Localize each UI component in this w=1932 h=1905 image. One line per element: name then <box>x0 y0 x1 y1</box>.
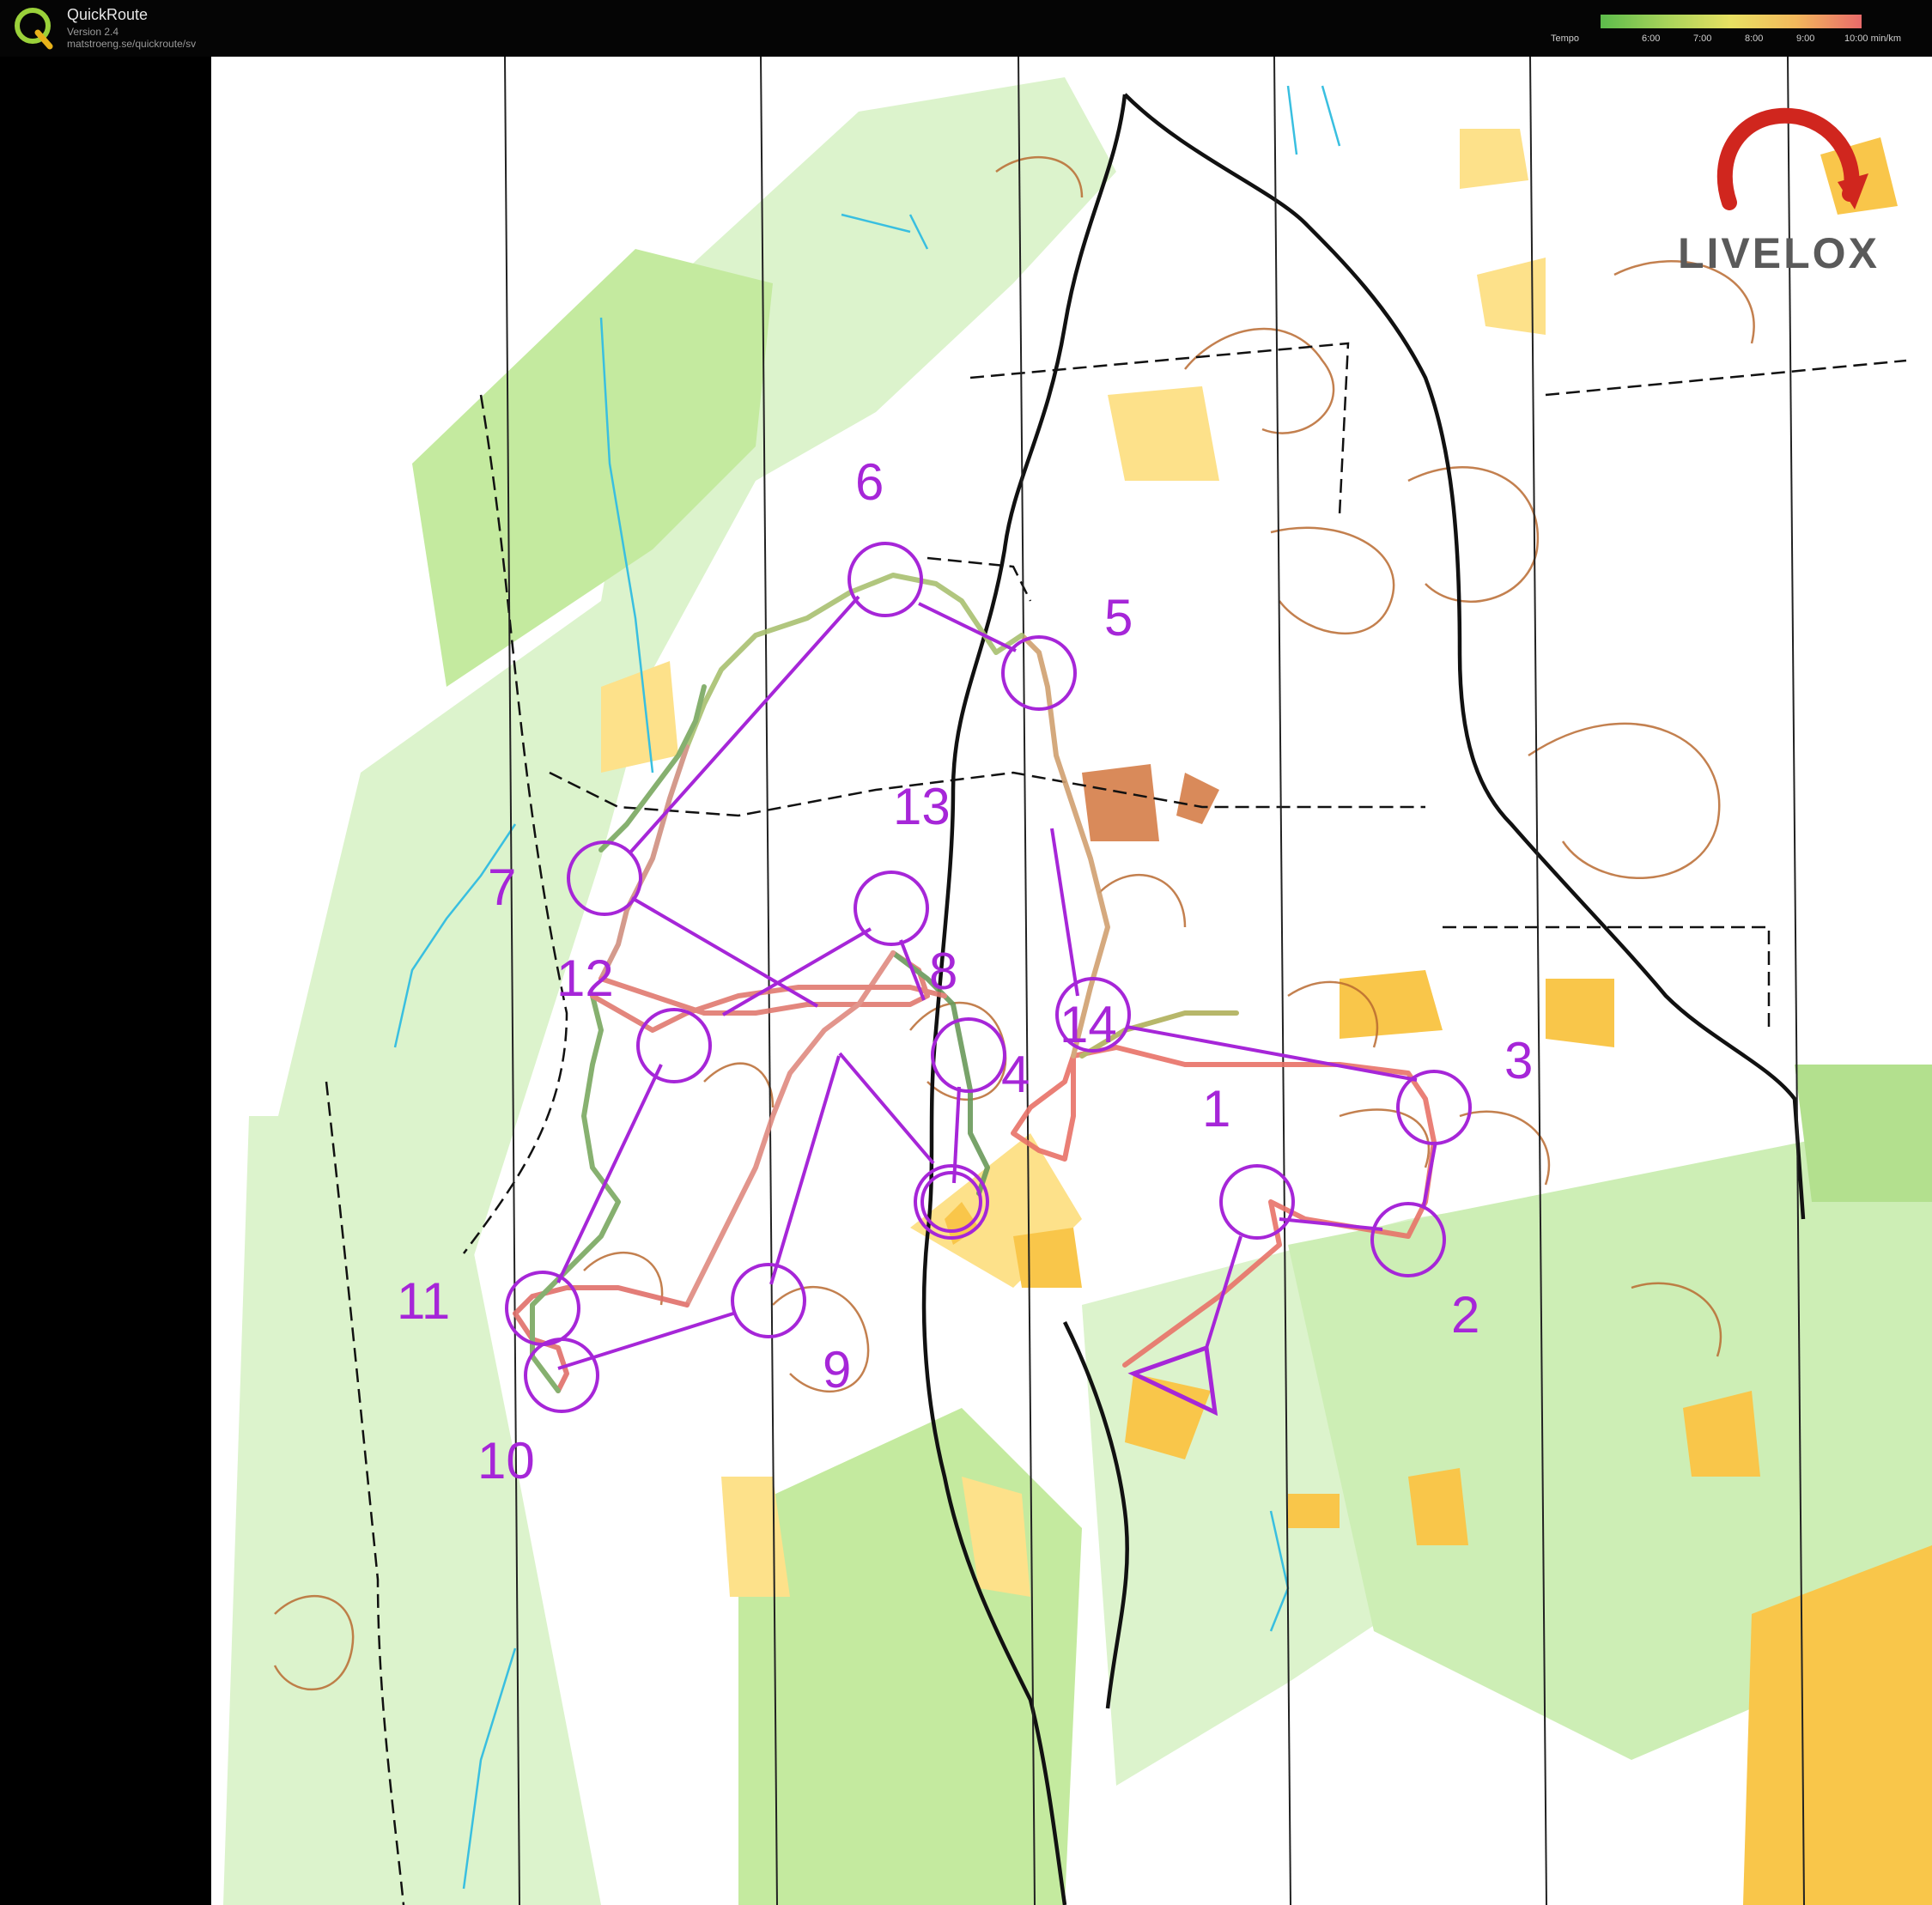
control-number-4: 4 <box>1001 1046 1030 1103</box>
tempo-label: Tempo <box>1551 33 1580 44</box>
app-title: QuickRoute <box>67 6 149 23</box>
map-canvas[interactable]: 1 2 3 4 5 6 7 8 9 10 11 12 13 14 <box>211 57 1932 1905</box>
control-number-7: 7 <box>488 858 516 916</box>
control-number-2: 2 <box>1451 1286 1479 1344</box>
control-number-8: 8 <box>929 943 957 1000</box>
tempo-ticks: 6:00 7:00 8:00 9:00 10:00 min/km <box>1601 33 1927 47</box>
quickroute-logo-icon <box>15 8 53 50</box>
tempo-tick: 9:00 <box>1796 33 1815 44</box>
control-number-5: 5 <box>1104 589 1133 646</box>
control-number-13: 13 <box>893 778 951 835</box>
control-number-14: 14 <box>1060 996 1117 1053</box>
app-url[interactable]: matstroeng.se/quickroute/sv <box>67 38 196 50</box>
control-number-1: 1 <box>1202 1080 1230 1138</box>
livelox-logo: LIVELOX <box>1678 100 1901 280</box>
control-number-6: 6 <box>855 453 884 511</box>
control-number-9: 9 <box>823 1341 851 1398</box>
livelox-swoosh-icon: LIVELOX <box>1678 107 1880 277</box>
tempo-color-scale <box>1601 15 1862 28</box>
control-number-3: 3 <box>1504 1032 1533 1089</box>
orienteering-map[interactable]: 1 2 3 4 5 6 7 8 9 10 11 12 13 14 LIVELOX <box>211 57 1932 1905</box>
side-panel <box>0 57 211 1905</box>
tempo-tick: 8:00 <box>1745 33 1764 44</box>
livelox-wordmark: LIVELOX <box>1678 229 1880 277</box>
tempo-tick: 7:00 <box>1693 33 1712 44</box>
app-version: Version 2.4 <box>67 26 119 38</box>
control-number-11: 11 <box>397 1272 450 1330</box>
terrain-layer <box>211 57 1932 1905</box>
quickroute-header: QuickRoute Version 2.4 matstroeng.se/qui… <box>0 0 1932 57</box>
tempo-tick: 10:00 min/km <box>1844 33 1902 44</box>
control-number-10: 10 <box>477 1432 535 1489</box>
tempo-tick: 6:00 <box>1642 33 1661 44</box>
control-number-12: 12 <box>556 949 614 1007</box>
